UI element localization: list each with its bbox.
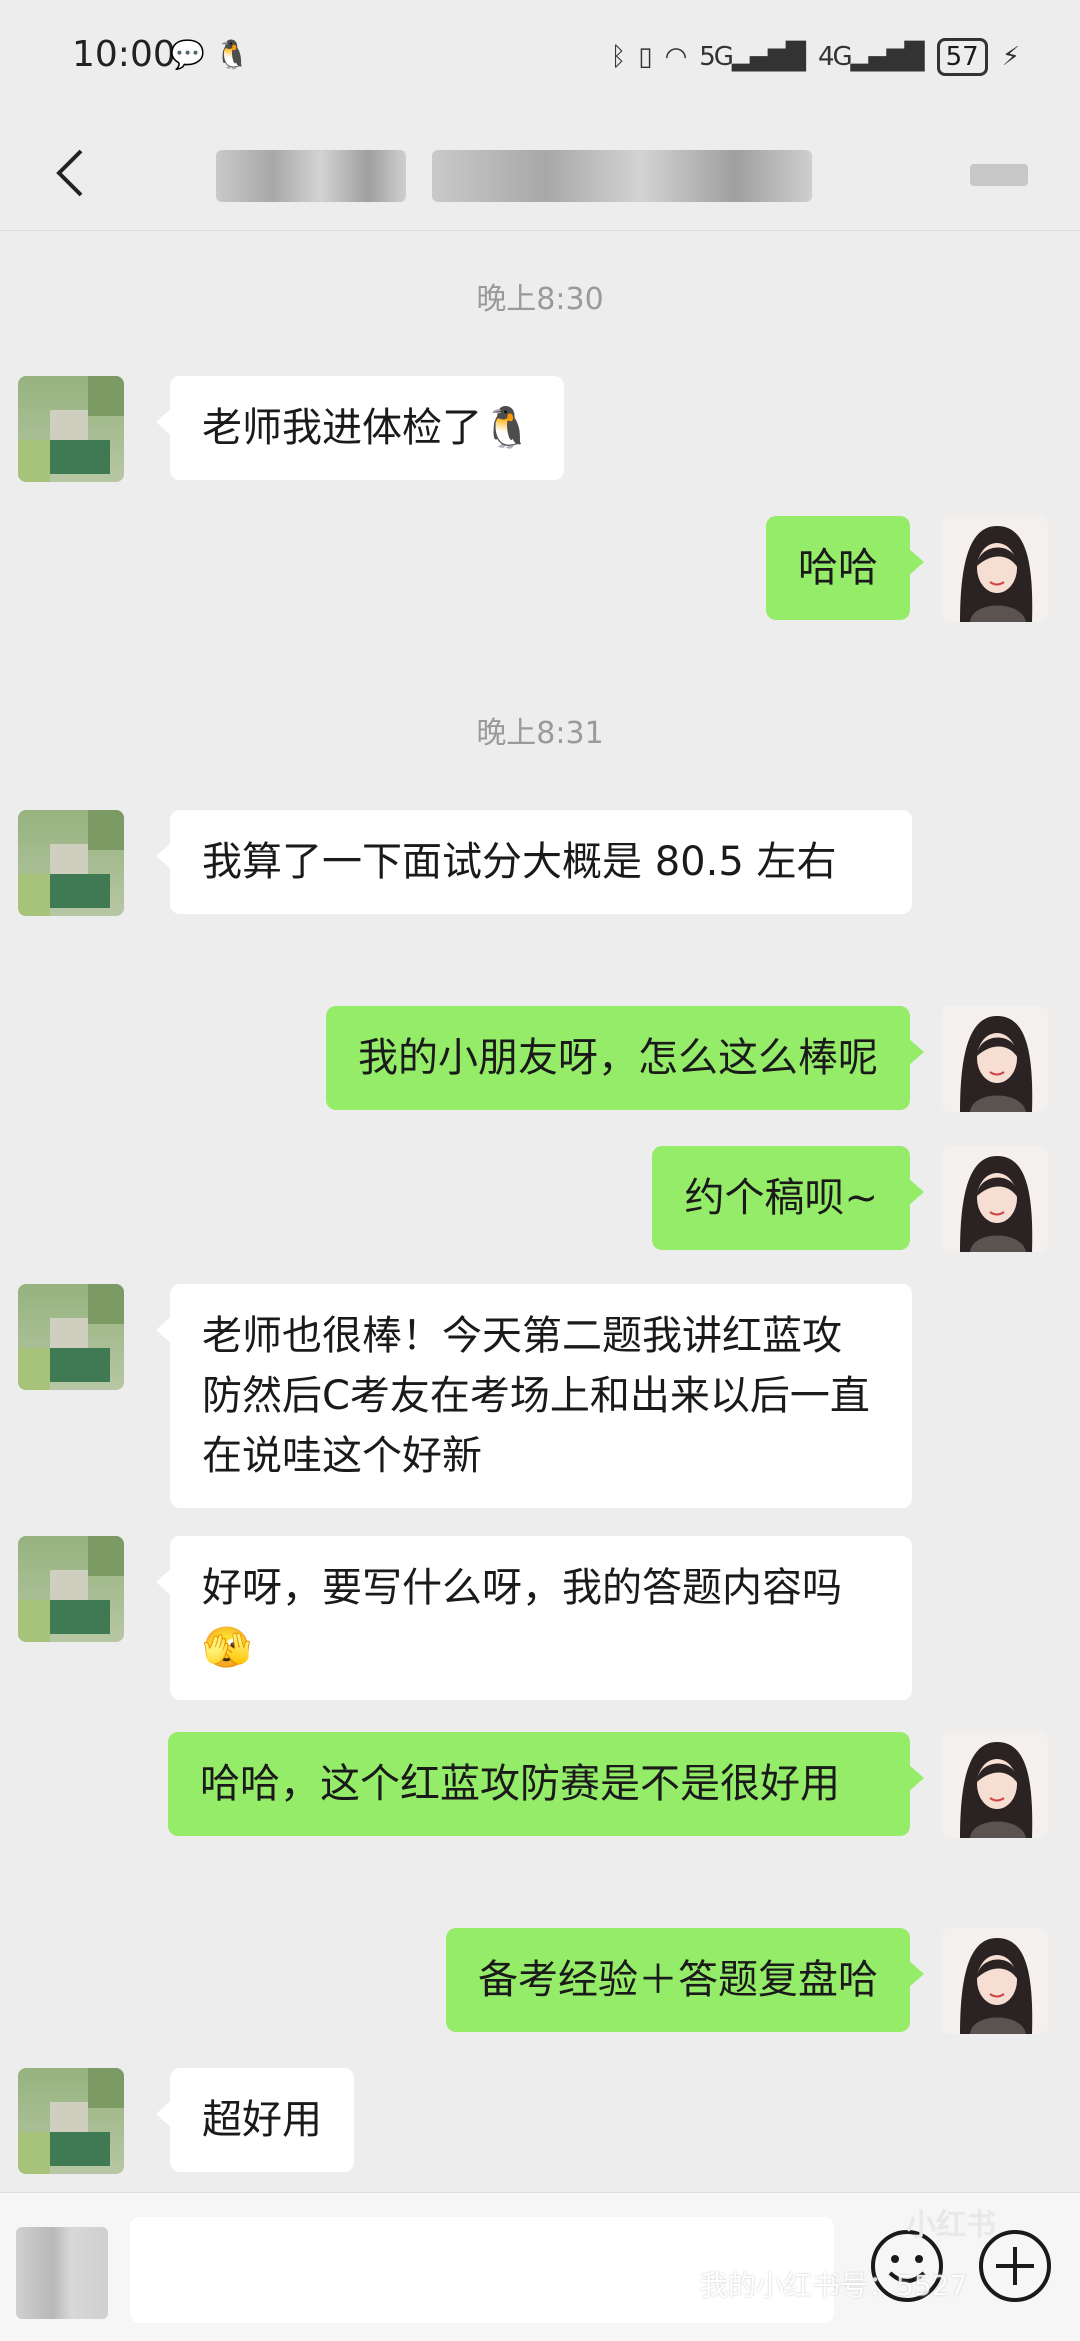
message-bubble-incoming[interactable]: 超好用 xyxy=(156,2068,354,2172)
message-text: 老师也很棒！今天第二题我讲红蓝攻防然后C考友在考场上和出来以后一直在说哇这个好新 xyxy=(202,1313,870,1479)
status-bar: 10:00 💬 🐧 ᛒ ▯ ◠ 5G▂▄▆█ 4G▂▄▆█ 57 ⚡ xyxy=(0,0,1080,120)
message-bubble-outgoing[interactable]: 哈哈，这个红蓝攻防赛是不是很好用 xyxy=(168,1732,924,1836)
status-time: 10:00 xyxy=(72,34,176,75)
user-portrait-icon xyxy=(942,1006,1048,1112)
voice-toggle-button[interactable] xyxy=(16,2227,108,2319)
message-bubble-incoming[interactable]: 我算了一下面试分大概是 80.5 左右 xyxy=(156,810,912,914)
signal-5g-icon: 5G▂▄▆█ xyxy=(699,42,806,72)
message-bubble-outgoing[interactable]: 约个稿呗~ xyxy=(652,1146,924,1250)
my-avatar[interactable] xyxy=(942,516,1048,622)
message-bubble-incoming[interactable]: 好呀，要写什么呀，我的答题内容吗 🫣 xyxy=(156,1536,912,1700)
message-text: 备考经验＋答题复盘哈 xyxy=(478,1957,878,2003)
wechat-icon: 💬 xyxy=(170,38,205,71)
contact-avatar[interactable] xyxy=(18,2068,124,2174)
wifi-icon: ◠ xyxy=(664,42,688,72)
contact-avatar[interactable] xyxy=(18,1284,124,1390)
more-button[interactable] xyxy=(970,164,1028,186)
peeking-emoji-icon: 🫣 xyxy=(202,1625,252,1671)
message-text: 老师我进体检了 xyxy=(202,405,482,451)
contact-avatar[interactable] xyxy=(18,810,124,916)
message-text: 哈哈 xyxy=(798,545,878,591)
my-avatar[interactable] xyxy=(942,1732,1048,1838)
timestamp: 晚上8:30 xyxy=(476,282,604,317)
chevron-left-icon xyxy=(56,149,83,197)
chat-subtitle-blurred xyxy=(432,150,812,202)
message-text: 超好用 xyxy=(202,2097,322,2143)
message-bubble-outgoing[interactable]: 备考经验＋答题复盘哈 xyxy=(446,1928,924,2032)
back-button[interactable] xyxy=(40,138,100,208)
qq-icon: 🐧 xyxy=(214,38,250,71)
message-bubble-incoming[interactable]: 老师我进体检了🐧 xyxy=(156,376,564,480)
penguin-emoji-icon: 🐧 xyxy=(482,405,532,451)
user-portrait-icon xyxy=(942,1928,1048,2034)
message-bubble-outgoing[interactable]: 我的小朋友呀，怎么这么棒呢 xyxy=(326,1006,924,1110)
watermark-logo: 小红书 xyxy=(906,2208,996,2243)
chat-header xyxy=(0,120,1080,231)
message-text: 我算了一下面试分大概是 80.5 左右 xyxy=(202,839,837,885)
contact-avatar[interactable] xyxy=(18,1536,124,1642)
user-portrait-icon xyxy=(942,1732,1048,1838)
bluetooth-icon: ᛒ xyxy=(610,42,627,72)
battery-icon: 57 xyxy=(936,38,988,76)
contact-avatar[interactable] xyxy=(18,376,124,482)
watermark-text: 我的小红书号：5527 xyxy=(700,2269,968,2302)
message-text: 约个稿呗~ xyxy=(684,1175,878,1221)
vibrate-icon: ▯ xyxy=(638,42,652,72)
message-text: 哈哈，这个红蓝攻防赛是不是很好用 xyxy=(200,1761,840,1807)
message-text: 好呀，要写什么呀，我的答题内容吗 xyxy=(202,1565,842,1611)
status-right-icons: ᛒ ▯ ◠ 5G▂▄▆█ 4G▂▄▆█ 57 ⚡ xyxy=(611,38,1020,76)
my-avatar[interactable] xyxy=(942,1928,1048,2034)
message-bubble-outgoing[interactable]: 哈哈 xyxy=(766,516,924,620)
timestamp: 晚上8:31 xyxy=(476,716,604,751)
status-left-icons: 💬 🐧 xyxy=(170,38,250,71)
charging-icon: ⚡ xyxy=(1001,42,1020,72)
chat-title-blurred xyxy=(216,150,406,202)
user-portrait-icon xyxy=(942,516,1048,622)
message-bubble-incoming[interactable]: 老师也很棒！今天第二题我讲红蓝攻防然后C考友在考场上和出来以后一直在说哇这个好新 xyxy=(156,1284,912,1508)
my-avatar[interactable] xyxy=(942,1146,1048,1252)
my-avatar[interactable] xyxy=(942,1006,1048,1112)
message-text: 我的小朋友呀，怎么这么棒呢 xyxy=(358,1035,878,1081)
user-portrait-icon xyxy=(942,1146,1048,1252)
signal-4g-icon: 4G▂▄▆█ xyxy=(817,42,925,72)
